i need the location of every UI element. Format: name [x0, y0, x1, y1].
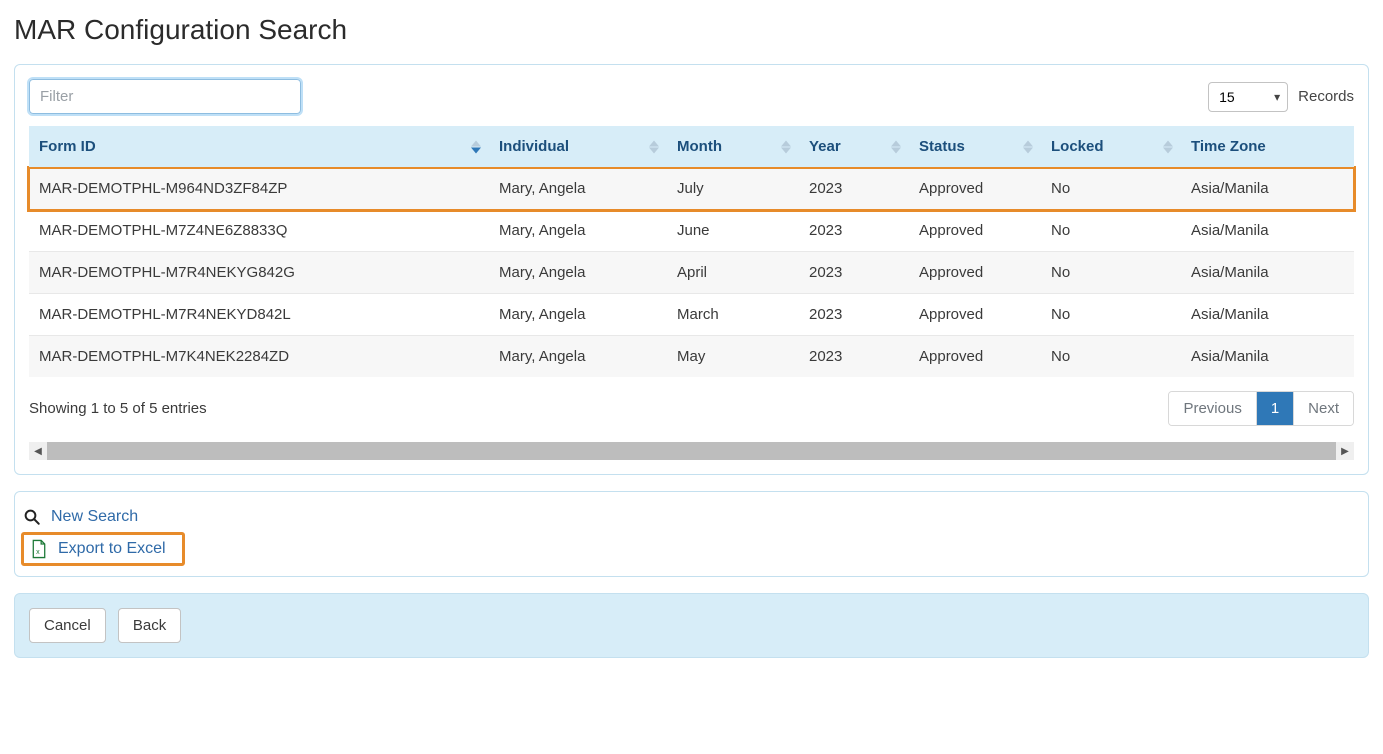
export-excel-label: Export to Excel: [58, 540, 166, 558]
cell-status: Approved: [909, 252, 1041, 294]
new-search-link[interactable]: New Search: [21, 502, 1362, 532]
horizontal-scrollbar[interactable]: ◀ ▶: [29, 442, 1354, 460]
page-next[interactable]: Next: [1293, 392, 1353, 425]
cell-status: Approved: [909, 168, 1041, 210]
cell-month: July: [667, 168, 799, 210]
table-row[interactable]: MAR-DEMOTPHL-M7R4NEKYG842GMary, AngelaAp…: [29, 252, 1354, 294]
results-table: Form ID Individual Month Year Status Locked Ti…: [29, 126, 1354, 377]
new-search-label: New Search: [51, 508, 138, 526]
scroll-left-icon[interactable]: ◀: [29, 442, 47, 460]
cell-form_id: MAR-DEMOTPHL-M7R4NEKYG842G: [29, 252, 489, 294]
cell-month: June: [667, 210, 799, 252]
pagination: Previous 1 Next: [1168, 391, 1354, 426]
svg-text:x: x: [36, 548, 40, 556]
cell-tz: Asia/Manila: [1181, 336, 1354, 378]
cell-individual: Mary, Angela: [489, 336, 667, 378]
entries-summary: Showing 1 to 5 of 5 entries: [29, 400, 207, 417]
column-label: Form ID: [39, 138, 96, 155]
column-header[interactable]: Locked: [1041, 126, 1181, 168]
column-header[interactable]: Individual: [489, 126, 667, 168]
cell-tz: Asia/Manila: [1181, 294, 1354, 336]
filter-input[interactable]: [29, 79, 301, 114]
cell-year: 2023: [799, 210, 909, 252]
search-results-panel: 15 ▾ Records Form IDIndividualMonthYearS…: [14, 64, 1369, 475]
cancel-button[interactable]: Cancel: [29, 608, 106, 643]
cell-individual: Mary, Angela: [489, 294, 667, 336]
column-label: Month: [677, 138, 722, 155]
cell-year: 2023: [799, 252, 909, 294]
cell-form_id: MAR-DEMOTPHL-M7Z4NE6Z8833Q: [29, 210, 489, 252]
cell-tz: Asia/Manila: [1181, 168, 1354, 210]
cell-individual: Mary, Angela: [489, 168, 667, 210]
cell-month: March: [667, 294, 799, 336]
page-title: MAR Configuration Search: [14, 14, 1369, 46]
cell-locked: No: [1041, 252, 1181, 294]
sort-icon: [471, 140, 481, 153]
cell-form_id: MAR-DEMOTPHL-M7K4NEK2284ZD: [29, 336, 489, 378]
records-select[interactable]: 15: [1208, 82, 1288, 112]
cell-form_id: MAR-DEMOTPHL-M7R4NEKYD842L: [29, 294, 489, 336]
cell-locked: No: [1041, 336, 1181, 378]
cell-locked: No: [1041, 168, 1181, 210]
column-header[interactable]: Year: [799, 126, 909, 168]
page-number[interactable]: 1: [1256, 392, 1293, 425]
sort-icon: [649, 140, 659, 153]
cell-year: 2023: [799, 168, 909, 210]
cell-status: Approved: [909, 210, 1041, 252]
export-excel-link[interactable]: x Export to Excel: [21, 532, 185, 566]
back-button[interactable]: Back: [118, 608, 181, 643]
actions-panel: New Search x Export to Excel: [14, 491, 1369, 577]
cell-status: Approved: [909, 294, 1041, 336]
cell-individual: Mary, Angela: [489, 252, 667, 294]
cell-locked: No: [1041, 294, 1181, 336]
column-header[interactable]: Month: [667, 126, 799, 168]
scroll-right-icon[interactable]: ▶: [1336, 442, 1354, 460]
column-label: Year: [809, 138, 841, 155]
cell-form_id: MAR-DEMOTPHL-M964ND3ZF84ZP: [29, 168, 489, 210]
table-row[interactable]: MAR-DEMOTPHL-M964ND3ZF84ZPMary, AngelaJu…: [29, 168, 1354, 210]
cell-status: Approved: [909, 336, 1041, 378]
cell-month: April: [667, 252, 799, 294]
table-row[interactable]: MAR-DEMOTPHL-M7R4NEKYD842LMary, AngelaMa…: [29, 294, 1354, 336]
cell-individual: Mary, Angela: [489, 210, 667, 252]
sort-icon: [891, 140, 901, 153]
cell-locked: No: [1041, 210, 1181, 252]
column-label: Individual: [499, 138, 569, 155]
cell-year: 2023: [799, 336, 909, 378]
column-header[interactable]: Status: [909, 126, 1041, 168]
cell-tz: Asia/Manila: [1181, 252, 1354, 294]
column-header: Time Zone: [1181, 126, 1354, 168]
column-label: Time Zone: [1191, 138, 1266, 155]
cell-year: 2023: [799, 294, 909, 336]
sort-icon: [781, 140, 791, 153]
table-row[interactable]: MAR-DEMOTPHL-M7K4NEK2284ZDMary, AngelaMa…: [29, 336, 1354, 378]
sort-icon: [1163, 140, 1173, 153]
sort-icon: [1023, 140, 1033, 153]
cell-tz: Asia/Manila: [1181, 210, 1354, 252]
excel-file-icon: x: [30, 539, 48, 559]
column-label: Locked: [1051, 138, 1104, 155]
bottom-button-bar: Cancel Back: [14, 593, 1369, 658]
records-label: Records: [1298, 88, 1354, 105]
column-header[interactable]: Form ID: [29, 126, 489, 168]
column-label: Status: [919, 138, 965, 155]
page-previous[interactable]: Previous: [1169, 392, 1255, 425]
search-icon: [23, 508, 41, 526]
cell-month: May: [667, 336, 799, 378]
table-row[interactable]: MAR-DEMOTPHL-M7Z4NE6Z8833QMary, AngelaJu…: [29, 210, 1354, 252]
